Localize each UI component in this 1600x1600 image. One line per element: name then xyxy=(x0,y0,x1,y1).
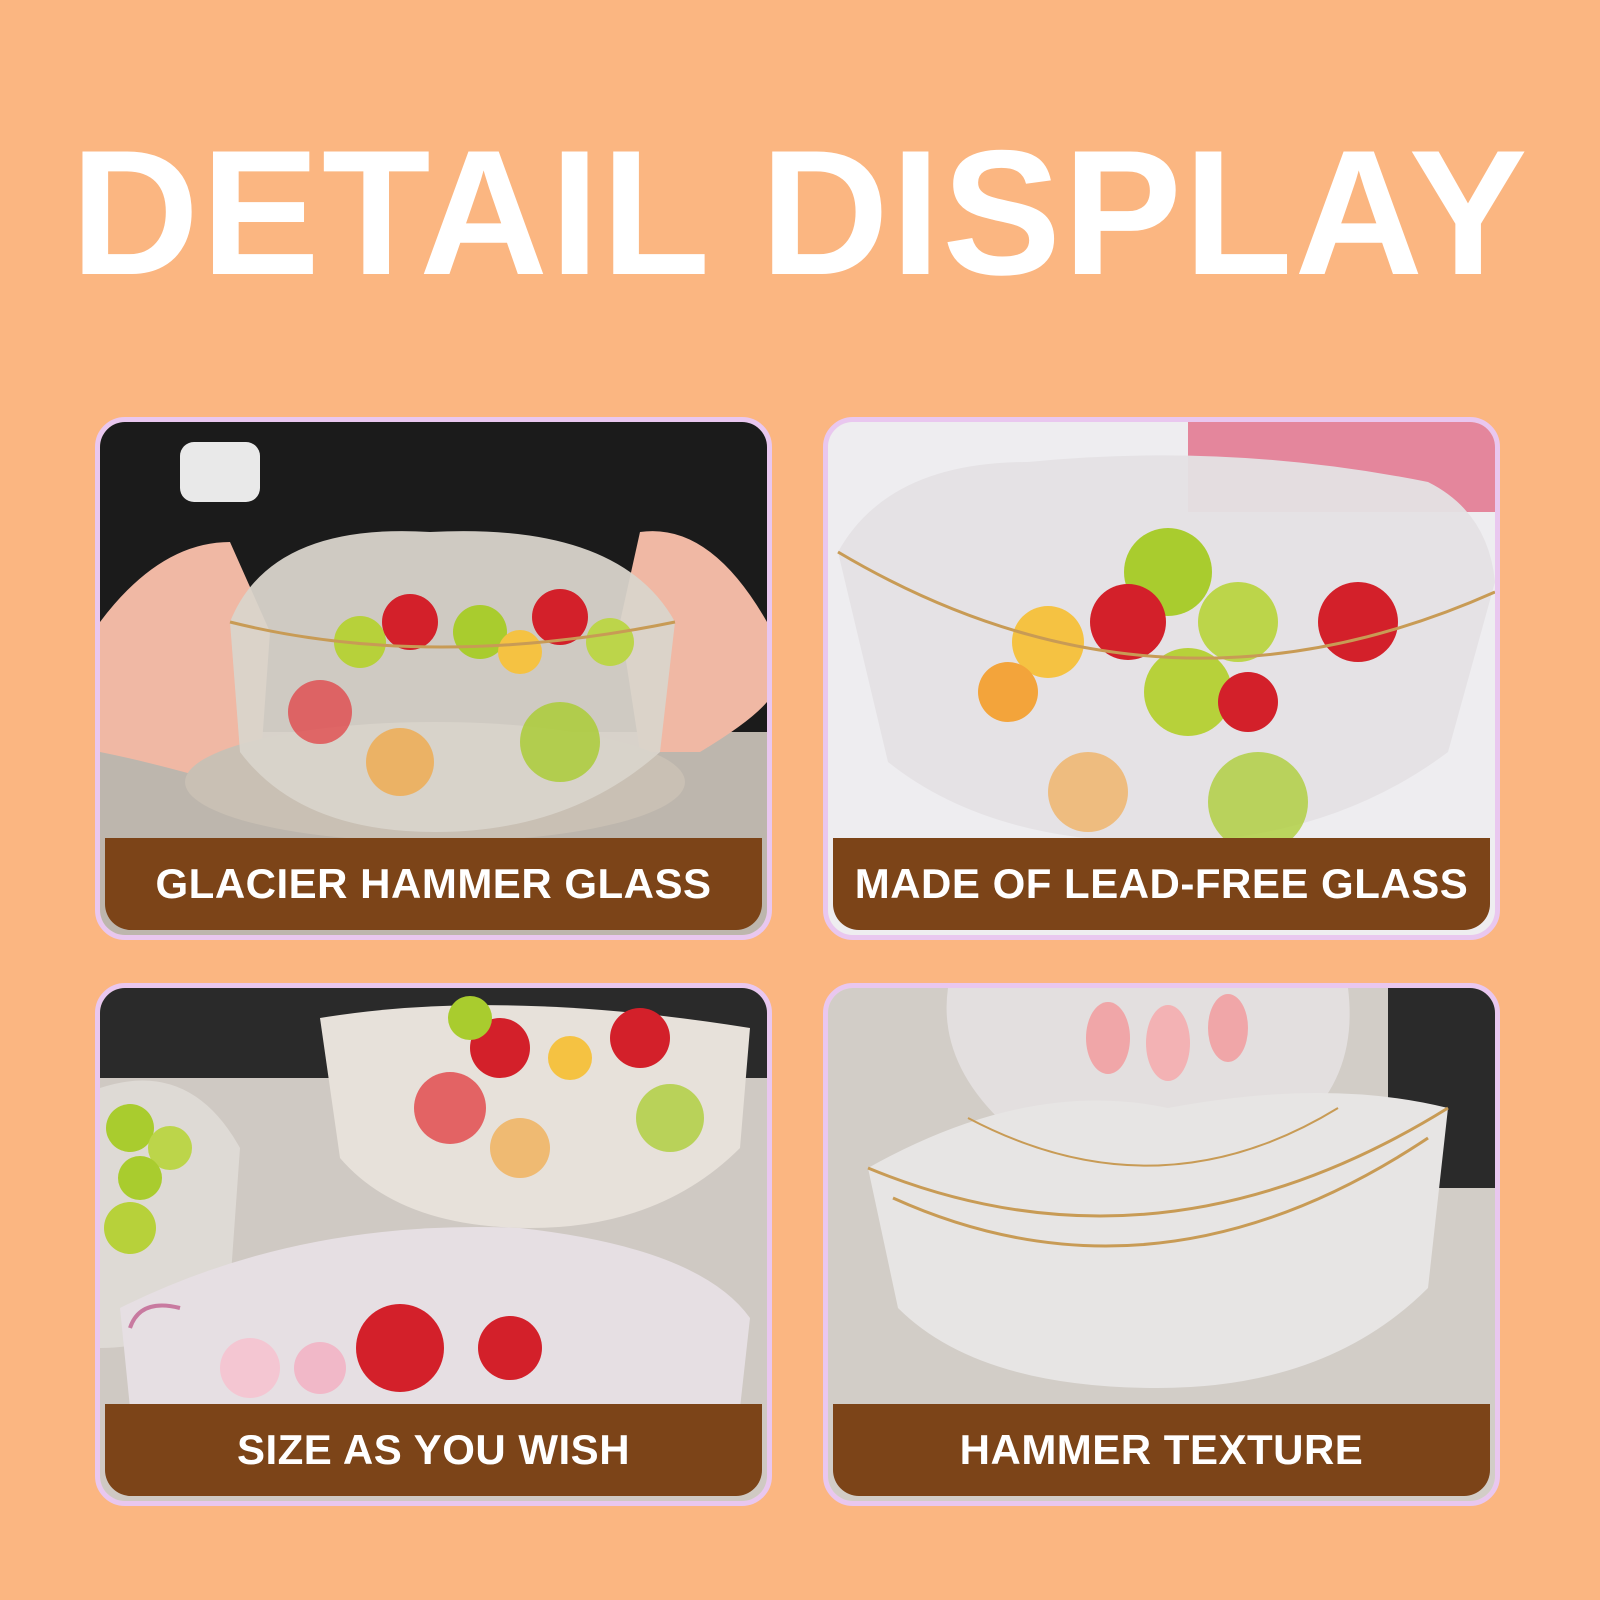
page-background: DETAIL DISPLAY GLACIER HAMMER GLASS MADE… xyxy=(0,0,1600,1600)
detail-card-lead-free-glass: MADE OF LEAD-FREE GLASS xyxy=(823,417,1500,940)
feature-label: GLACIER HAMMER GLASS xyxy=(105,838,762,930)
detail-card-size-as-you-wish: SIZE AS YOU WISH xyxy=(95,983,772,1506)
feature-label: SIZE AS YOU WISH xyxy=(105,1404,762,1496)
detail-card-hammer-texture: HAMMER TEXTURE xyxy=(823,983,1500,1506)
feature-label: HAMMER TEXTURE xyxy=(833,1404,1490,1496)
detail-card-glacier-hammer-glass: GLACIER HAMMER GLASS xyxy=(95,417,772,940)
page-title: DETAIL DISPLAY xyxy=(70,113,1530,312)
feature-label: MADE OF LEAD-FREE GLASS xyxy=(833,838,1490,930)
